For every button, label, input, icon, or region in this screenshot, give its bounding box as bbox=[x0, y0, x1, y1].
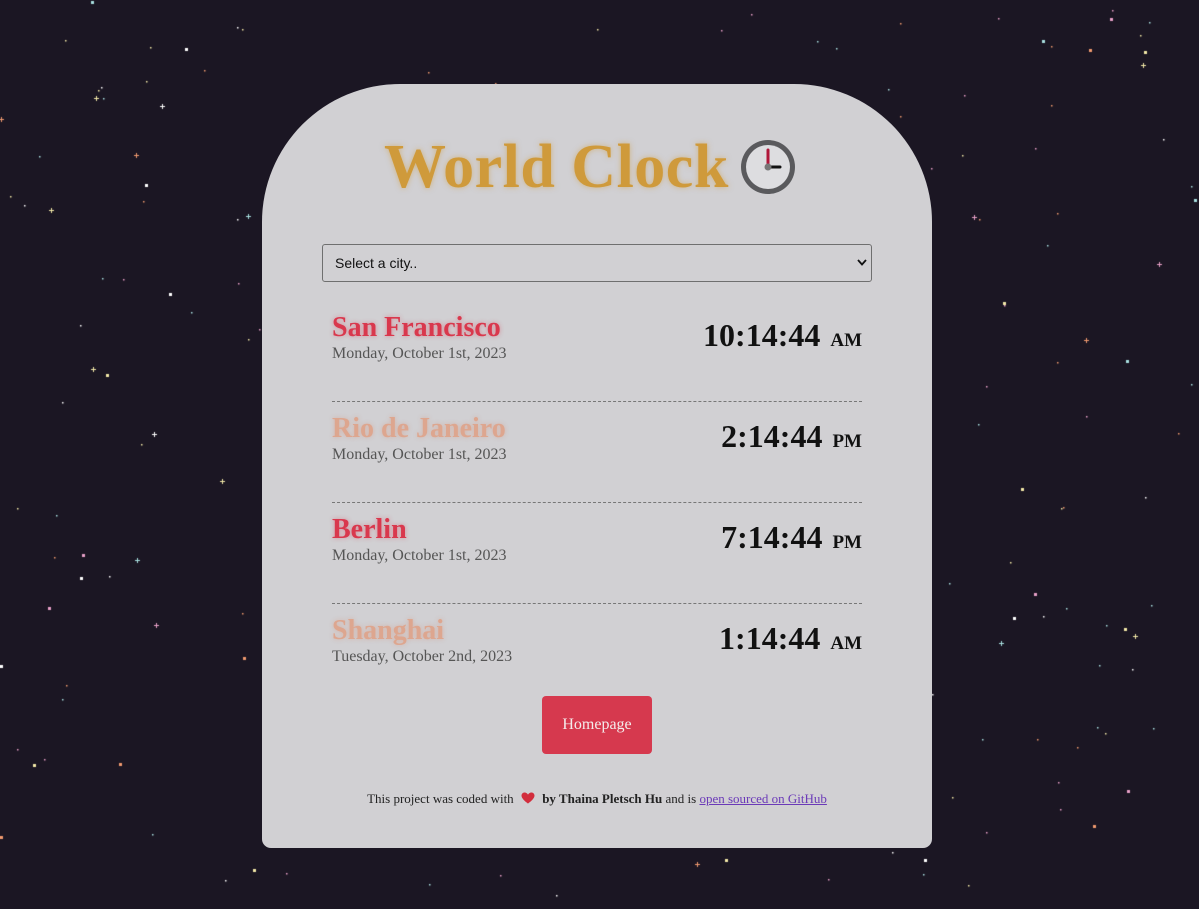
city-row: San Francisco Monday, October 1st, 2023 … bbox=[332, 302, 862, 402]
homepage-button[interactable]: Homepage bbox=[542, 696, 652, 754]
clock-icon bbox=[741, 140, 795, 194]
city-date: Monday, October 1st, 2023 bbox=[332, 547, 507, 564]
footer: This project was coded with by Thaina Pl… bbox=[262, 791, 932, 807]
city-time: 7:14:44 PM bbox=[721, 519, 862, 556]
time-value: 1:14:44 bbox=[719, 620, 821, 656]
time-value: 7:14:44 bbox=[721, 519, 823, 555]
city-date: Tuesday, October 2nd, 2023 bbox=[332, 648, 513, 665]
am-pm-label: AM bbox=[830, 330, 862, 351]
city-select-wrapper: Select a city.. bbox=[322, 244, 872, 282]
city-name: Rio de Janeiro bbox=[332, 413, 506, 444]
footer-middle-text: and is bbox=[665, 791, 697, 806]
city-list: San Francisco Monday, October 1st, 2023 … bbox=[332, 302, 862, 706]
heart-icon bbox=[521, 792, 535, 804]
github-link[interactable]: open sourced on GitHub bbox=[699, 791, 826, 806]
city-time: 10:14:44 AM bbox=[703, 317, 862, 354]
city-select[interactable]: Select a city.. bbox=[322, 244, 872, 282]
city-row: Rio de Janeiro Monday, October 1st, 2023… bbox=[332, 403, 862, 503]
header: World Clock bbox=[262, 84, 932, 244]
world-clock-card: World Clock Select a city.. San Francisc… bbox=[262, 84, 932, 848]
footer-prefix: This project was coded with bbox=[367, 791, 514, 806]
am-pm-label: AM bbox=[830, 633, 862, 654]
city-row: Berlin Monday, October 1st, 2023 7:14:44… bbox=[332, 504, 862, 604]
am-pm-label: PM bbox=[832, 431, 862, 452]
city-name: Berlin bbox=[332, 514, 407, 545]
city-row: Shanghai Tuesday, October 2nd, 2023 1:14… bbox=[332, 605, 862, 705]
am-pm-label: PM bbox=[832, 532, 862, 553]
author-credit: by Thaina Pletsch Hu bbox=[542, 791, 663, 806]
city-date: Monday, October 1st, 2023 bbox=[332, 345, 507, 362]
city-time: 1:14:44 AM bbox=[719, 620, 862, 657]
time-value: 2:14:44 bbox=[721, 418, 823, 454]
time-value: 10:14:44 bbox=[703, 317, 821, 353]
city-name: Shanghai bbox=[332, 615, 445, 646]
city-name: San Francisco bbox=[332, 312, 501, 343]
city-date: Monday, October 1st, 2023 bbox=[332, 446, 507, 463]
page-title: World Clock bbox=[384, 133, 729, 201]
city-time: 2:14:44 PM bbox=[721, 418, 862, 455]
